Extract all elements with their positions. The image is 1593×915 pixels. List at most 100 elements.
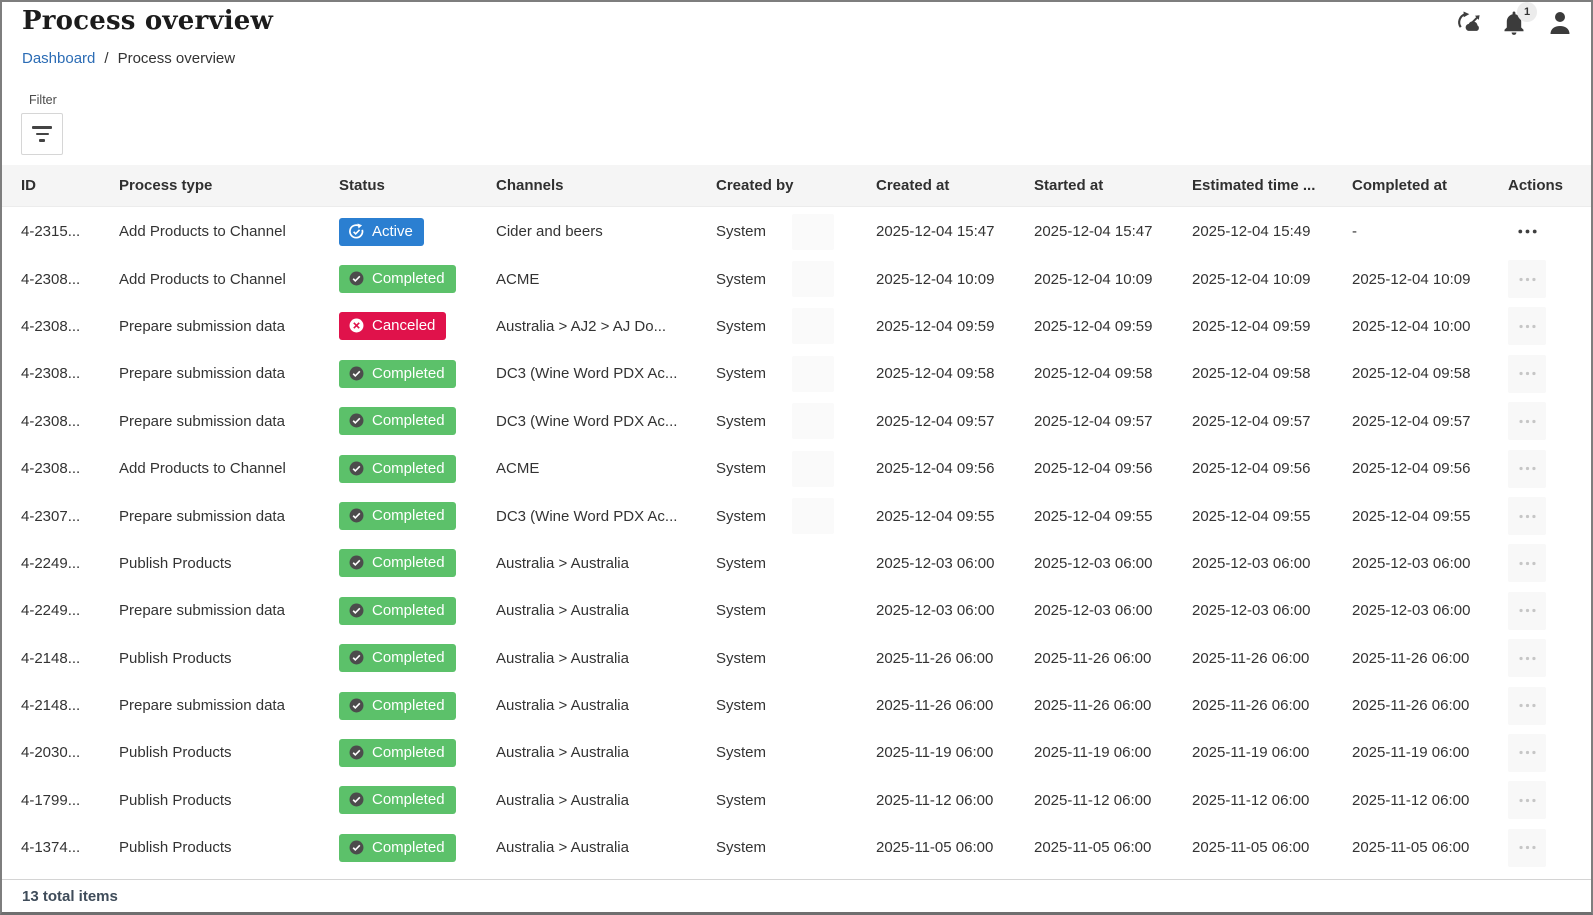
table-row: 4-2315... Add Products to Channel — [2, 208, 1591, 255]
cell-started-at: 2025-12-03 06:00 — [1034, 602, 1192, 619]
created-by-label: System — [716, 508, 766, 525]
row-actions-menu-button-disabled — [1508, 734, 1546, 772]
cell-process-type: Prepare submission data — [119, 697, 339, 714]
status-label: Completed — [372, 411, 445, 430]
table-row: 4-2308... Prepare submission data — [2, 350, 1591, 397]
cell-channels: DC3 (Wine Word PDX Ac... — [496, 365, 716, 382]
cell-created-at: 2025-12-04 09:59 — [876, 318, 1034, 335]
cell-channels: Australia > Australia — [496, 792, 716, 809]
row-actions-menu-button-disabled — [1508, 829, 1546, 867]
cell-status: Canceled — [339, 312, 496, 340]
cell-channels: DC3 (Wine Word PDX Ac... — [496, 508, 716, 525]
cell-id: 4-2148... — [21, 650, 119, 667]
status-label: Completed — [372, 553, 445, 572]
cell-created-by: System — [716, 403, 876, 439]
status-label: Completed — [372, 364, 445, 383]
table-row: 4-2307... Prepare submission data — [2, 492, 1591, 539]
cell-started-at: 2025-11-12 06:00 — [1034, 792, 1192, 809]
check-circle-icon — [348, 791, 365, 808]
column-header-estimated-time: Estimated time ... — [1192, 177, 1352, 194]
cell-status: Completed — [339, 644, 496, 672]
row-actions-menu-button-disabled — [1508, 402, 1546, 440]
check-circle-icon — [348, 697, 365, 714]
cell-actions — [1508, 544, 1591, 582]
cell-status: Completed — [339, 455, 496, 483]
cell-actions — [1508, 260, 1591, 298]
page-title: Process overview — [22, 6, 273, 36]
cell-estimated-time: 2025-11-26 06:00 — [1192, 697, 1352, 714]
cell-process-type: Add Products to Channel — [119, 271, 339, 288]
cell-channels: Cider and beers — [496, 223, 716, 240]
column-header-created-by: Created by — [716, 177, 876, 194]
cell-created-at: 2025-12-03 06:00 — [876, 602, 1034, 619]
cloud-sync-icon[interactable] — [1455, 10, 1481, 36]
loading-placeholder — [792, 261, 834, 297]
row-actions-menu-button-disabled — [1508, 355, 1546, 393]
check-circle-icon — [348, 507, 365, 524]
cell-status: Completed — [339, 502, 496, 530]
cell-id: 4-1799... — [21, 792, 119, 809]
cell-estimated-time: 2025-12-04 10:09 — [1192, 271, 1352, 288]
user-profile-icon[interactable] — [1547, 10, 1573, 36]
cell-completed-at: 2025-12-03 06:00 — [1352, 555, 1508, 572]
column-header-id: ID — [21, 177, 119, 194]
status-badge: Completed — [339, 265, 456, 293]
cell-id: 4-2148... — [21, 697, 119, 714]
row-actions-menu-button[interactable] — [1508, 213, 1546, 251]
cell-process-type: Publish Products — [119, 650, 339, 667]
cell-id: 4-2308... — [21, 413, 119, 430]
cell-completed-at: 2025-12-04 09:57 — [1352, 413, 1508, 430]
cell-process-type: Prepare submission data — [119, 413, 339, 430]
cell-channels: Australia > Australia — [496, 697, 716, 714]
status-label: Canceled — [372, 316, 435, 335]
created-by-label: System — [716, 271, 766, 288]
cell-estimated-time: 2025-12-04 09:55 — [1192, 508, 1352, 525]
loading-placeholder — [792, 356, 834, 392]
cell-channels: Australia > AJ2 > AJ Do... — [496, 318, 716, 335]
notifications-bell-icon[interactable]: 1 — [1501, 10, 1527, 36]
created-by-label: System — [716, 792, 766, 809]
column-header-actions: Actions — [1508, 177, 1591, 194]
cell-id: 4-2308... — [21, 460, 119, 477]
check-circle-icon — [348, 649, 365, 666]
cell-estimated-time: 2025-12-03 06:00 — [1192, 602, 1352, 619]
cell-created-by: System — [716, 839, 876, 856]
cell-started-at: 2025-12-03 06:00 — [1034, 555, 1192, 572]
filter-button[interactable] — [21, 113, 63, 155]
cell-channels: ACME — [496, 460, 716, 477]
cell-actions — [1508, 355, 1591, 393]
cell-created-by: System — [716, 261, 876, 297]
check-circle-icon — [348, 554, 365, 571]
sync-icon — [348, 223, 365, 240]
row-actions-menu-button-disabled — [1508, 639, 1546, 677]
cell-actions — [1508, 592, 1591, 630]
cell-actions — [1508, 402, 1591, 440]
check-circle-icon — [348, 839, 365, 856]
cell-actions — [1508, 734, 1591, 772]
created-by-label: System — [716, 697, 766, 714]
cell-created-by: System — [716, 451, 876, 487]
cell-created-at: 2025-11-26 06:00 — [876, 650, 1034, 667]
table-footer: 13 total items — [2, 879, 1591, 912]
cell-status: Completed — [339, 265, 496, 293]
cell-created-at: 2025-12-04 09:55 — [876, 508, 1034, 525]
check-circle-icon — [348, 744, 365, 761]
table-row: 4-2148... Prepare submission data — [2, 682, 1591, 729]
cell-completed-at: 2025-11-26 06:00 — [1352, 650, 1508, 667]
created-by-label: System — [716, 650, 766, 667]
cell-actions — [1508, 497, 1591, 535]
cell-process-type: Prepare submission data — [119, 318, 339, 335]
created-by-label: System — [716, 602, 766, 619]
cell-completed-at: - — [1352, 223, 1508, 240]
cell-channels: Australia > Australia — [496, 555, 716, 572]
created-by-label: System — [716, 365, 766, 382]
cell-created-at: 2025-12-04 09:56 — [876, 460, 1034, 477]
cell-started-at: 2025-11-19 06:00 — [1034, 744, 1192, 761]
status-badge: Completed — [339, 407, 456, 435]
status-badge: Completed — [339, 786, 456, 814]
cell-completed-at: 2025-11-19 06:00 — [1352, 744, 1508, 761]
cell-created-by: System — [716, 792, 876, 809]
cell-completed-at: 2025-12-04 09:55 — [1352, 508, 1508, 525]
cell-actions — [1508, 639, 1591, 677]
breadcrumb-dashboard-link[interactable]: Dashboard — [22, 50, 95, 67]
